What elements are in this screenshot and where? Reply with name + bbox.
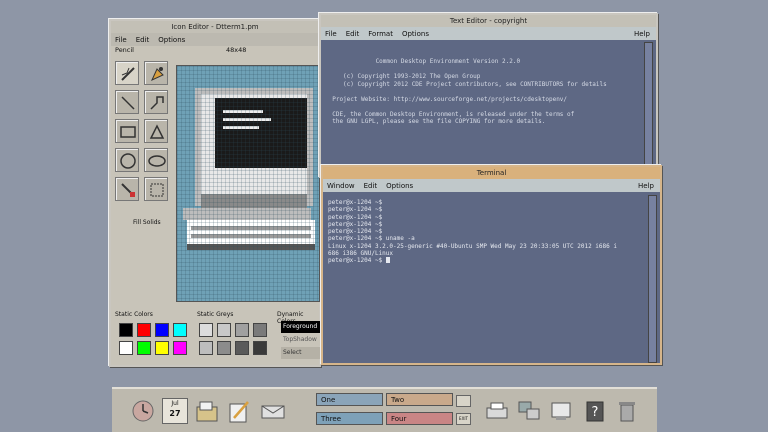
line-tool[interactable] (115, 90, 139, 114)
trash-icon[interactable] (614, 398, 640, 424)
menu-window[interactable]: Window (327, 182, 355, 190)
terminal-output[interactable]: peter@x-1204 ~$ peter@x-1204 ~$ peter@x-… (328, 199, 646, 359)
svg-text:?: ? (592, 405, 599, 420)
color-palettes: Static Colors Static Greys Dynamic Color… (115, 311, 329, 365)
text-editor-icon[interactable] (226, 398, 252, 424)
menu-options[interactable]: Options (386, 182, 413, 190)
circle-icon (120, 153, 136, 169)
paint-bucket-icon (150, 67, 164, 82)
color-swatch-yellow[interactable] (155, 341, 169, 355)
static-greys-label: Static Greys (197, 311, 234, 318)
grey-swatch-4[interactable] (253, 323, 267, 337)
workspace-three-button[interactable]: Three (316, 412, 383, 425)
icon-editor-menubar: File Edit Options (111, 33, 319, 46)
flood-fill-tool[interactable] (144, 61, 168, 85)
fill-solids-label: Fill Solids (133, 219, 161, 226)
current-tool-label: Pencil (115, 46, 134, 54)
grey-swatch-8[interactable] (253, 341, 267, 355)
lock-screen-button[interactable] (456, 395, 471, 407)
clock-icon[interactable] (130, 398, 156, 424)
calendar-day: 27 (169, 409, 181, 418)
color-swatch-red[interactable] (137, 323, 151, 337)
grey-swatch-1[interactable] (199, 323, 213, 337)
application-manager-icon[interactable] (548, 398, 574, 424)
color-swatch-green[interactable] (137, 341, 151, 355)
menu-help[interactable]: Help (638, 182, 654, 190)
grey-swatch-3[interactable] (235, 323, 249, 337)
select-tool[interactable] (144, 177, 168, 201)
printer-icon[interactable] (484, 398, 510, 424)
workspace-two-button[interactable]: Two (386, 393, 453, 406)
rectangle-icon (120, 126, 136, 138)
workspace-one-button[interactable]: One (316, 393, 383, 406)
help-icon[interactable]: ? (582, 398, 608, 424)
polyline-icon (150, 96, 164, 110)
ellipse-icon (148, 155, 166, 167)
color-swatch-black[interactable] (119, 323, 133, 337)
terminal-cursor (385, 257, 390, 264)
pencil-icon (121, 67, 135, 81)
mail-icon[interactable] (260, 398, 286, 424)
color-swatch-blue[interactable] (155, 323, 169, 337)
exit-button[interactable]: EXIT (456, 413, 471, 425)
terminal-scrollbar[interactable] (648, 195, 657, 363)
static-colors-label: Static Colors (115, 311, 153, 318)
icon-editor-info-bar: Pencil 48x48 (111, 46, 319, 56)
terminal-window: Terminal Window Edit Options Help peter@… (321, 165, 662, 365)
menu-help[interactable]: Help (634, 30, 650, 38)
color-swatch-white[interactable] (119, 341, 133, 355)
menu-format[interactable]: Format (368, 30, 393, 38)
circle-tool[interactable] (115, 148, 139, 172)
icon-editor-title[interactable]: Icon Editor - Dtterm1.pm (111, 21, 319, 33)
icon-drawing-canvas[interactable] (176, 65, 320, 302)
menu-file[interactable]: File (115, 36, 127, 44)
terminal-title[interactable]: Terminal (323, 167, 660, 179)
menu-edit[interactable]: Edit (346, 30, 360, 38)
selection-box-icon (150, 183, 164, 197)
grey-swatch-6[interactable] (217, 341, 231, 355)
file-manager-icon[interactable] (194, 398, 220, 424)
ellipse-tool[interactable] (144, 148, 168, 172)
text-editor-scrollbar[interactable] (644, 42, 653, 178)
polygon-tool[interactable] (144, 119, 168, 143)
grey-swatch-2[interactable] (217, 323, 231, 337)
pencil-tool[interactable] (115, 61, 139, 85)
icon-size-label: 48x48 (226, 46, 247, 54)
text-editor-title[interactable]: Text Editor - copyright (321, 15, 656, 27)
text-editor-content[interactable]: Common Desktop Environment Version 2.2.0… (325, 43, 647, 176)
eraser-tool[interactable] (115, 177, 139, 201)
menu-file[interactable]: File (325, 30, 337, 38)
text-editor-window: Text Editor - copyright File Edit Format… (319, 13, 658, 178)
eraser-icon (121, 183, 135, 197)
polyline-tool[interactable] (144, 90, 168, 114)
rectangle-tool[interactable] (115, 119, 139, 143)
workspace-four-button[interactable]: Four (386, 412, 453, 425)
grey-swatch-7[interactable] (235, 341, 249, 355)
menu-options[interactable]: Options (402, 30, 429, 38)
front-panel: Jul 27 One Two Three Four EXIT ? (112, 387, 657, 432)
color-swatch-cyan[interactable] (173, 323, 187, 337)
menu-edit[interactable]: Edit (136, 36, 150, 44)
calendar-month: Jul (171, 400, 179, 407)
menu-options[interactable]: Options (158, 36, 185, 44)
style-manager-icon[interactable] (516, 398, 542, 424)
terminal-lines: peter@x-1204 ~$ peter@x-1204 ~$ peter@x-… (328, 199, 617, 258)
line-icon (121, 96, 135, 110)
color-swatch-magenta[interactable] (173, 341, 187, 355)
terminal-menubar: Window Edit Options Help (323, 179, 660, 192)
polygon-icon (149, 124, 165, 139)
terminal-icon-artwork (177, 66, 319, 301)
menu-edit[interactable]: Edit (364, 182, 378, 190)
terminal-prompt: peter@x-1204 ~$ (328, 257, 386, 265)
calendar-icon[interactable]: Jul 27 (162, 398, 188, 424)
icon-editor-window: Icon Editor - Dtterm1.pm File Edit Optio… (109, 19, 329, 367)
grey-swatch-5[interactable] (199, 341, 213, 355)
text-editor-menubar: File Edit Format Options Help (321, 27, 656, 40)
